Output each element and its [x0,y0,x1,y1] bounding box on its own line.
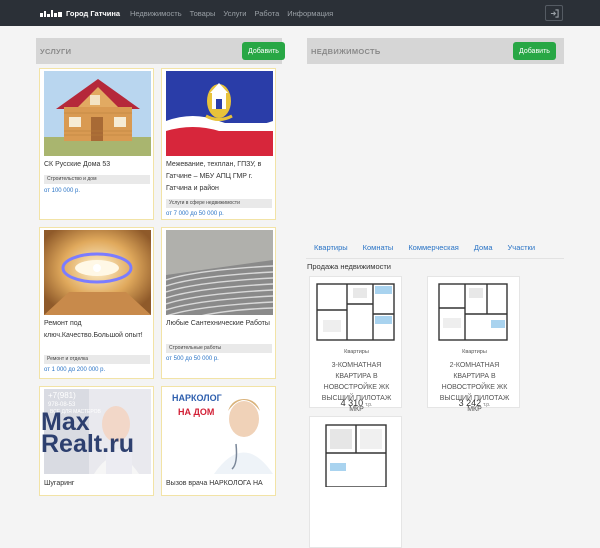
realty-section-title: Продажа недвижимости [307,262,391,271]
service-title[interactable]: Любые Сантехнические Работы [166,318,274,330]
nav-item-jobs[interactable]: Работа [255,9,280,18]
service-price: от 1 000 до 200 000 р. [44,367,106,373]
nav-item-goods[interactable]: Товары [190,9,216,18]
service-overlay-subtitle: НА ДОМ [178,407,214,417]
realty-tabs: Квартиры Комнаты Коммерческая Дома Участ… [314,243,550,252]
service-title[interactable]: Шугаринг [44,478,152,490]
brand-name: Город Гатчина [66,8,121,18]
sign-in-icon [550,8,559,18]
listing-price-value: 4 310 [340,398,364,408]
realty-listing-card[interactable]: Квартиры 2-КОМНАТНАЯ КВАРТИРА В НОВОСТРО… [427,276,521,413]
service-category: Услуги в сфере недвижимости [166,199,272,208]
floor-plan-image[interactable] [313,280,398,344]
service-card[interactable]: Межевание, техплан, ГПЗУ, в Гатчине – МБ… [161,68,276,220]
service-image[interactable] [44,71,151,156]
services-heading: УСЛУГИ [40,46,72,56]
brand-link[interactable]: Город Гатчина [40,0,120,26]
service-card[interactable]: НАРКОЛОГ НА ДОМ Вызов врача НАРКОЛОГА НА [161,386,276,496]
realty-listing-card[interactable] [309,416,402,548]
city-skyline-icon [40,10,62,17]
login-button[interactable] [545,5,563,21]
service-category: Строительные работы [166,344,272,353]
tab-houses[interactable]: Дома [474,243,493,252]
add-realty-button[interactable]: Добавить [513,42,556,60]
service-image[interactable]: НАРКОЛОГ НА ДОМ [166,389,273,474]
service-price: от 500 до 50 000 р. [166,356,219,362]
service-card[interactable]: СК Русские Дома 53 Строительство и дом о… [39,68,154,220]
nav-item-info[interactable]: Информация [287,9,333,18]
service-title[interactable]: СК Русские Дома 53 [44,159,152,171]
add-service-button[interactable]: Добавить [242,42,285,60]
listing-price: 4 310 т.р. [310,398,403,408]
service-title[interactable]: Вызов врача НАРКОЛОГА НА [166,478,274,490]
listing-category: Квартиры [462,349,487,355]
listing-price-unit: т.р. [483,402,491,408]
tab-rooms[interactable]: Комнаты [363,243,394,252]
service-image[interactable] [166,230,273,315]
floor-plan-image[interactable] [431,280,516,344]
service-card[interactable]: Ремонт под ключ.Качество.Большой опыт! Р… [39,227,154,379]
service-category: Строительство и дом [44,175,150,184]
nav-item-services[interactable]: Услуги [223,9,246,18]
service-price: от 7 000 до 50 000 р. [166,211,224,217]
service-image[interactable] [44,230,151,315]
top-navbar: Город Гатчина Недвижимость Товары Услуги… [0,0,600,26]
tab-apartments[interactable]: Квартиры [314,243,348,252]
tabs-divider [306,258,564,259]
realty-listing-card[interactable]: Квартиры 3-КОМНАТНАЯ КВАРТИРА В НОВОСТРО… [309,276,403,413]
realty-heading: НЕДВИЖИМОСТЬ [311,46,381,56]
service-image[interactable] [166,71,273,156]
listing-price-value: 3 242 [458,398,482,408]
service-title[interactable]: Межевание, техплан, ГПЗУ, в Гатчине – МБ… [166,159,274,195]
tab-plots[interactable]: Участки [508,243,536,252]
service-price: от 100 000 р. [44,188,80,194]
service-card[interactable]: Любые Сантехнические Работы Строительные… [161,227,276,379]
floor-plan-image[interactable] [320,423,392,487]
main-nav: Недвижимость Товары Услуги Работа Информ… [130,0,341,26]
watermark-line2: Realt.ru [41,430,135,458]
service-overlay-phone: +7(981) [48,391,76,400]
listing-price-unit: т.р. [365,402,373,408]
services-panel-header: УСЛУГИ Добавить [36,38,285,64]
listing-price: 3 242 т.р. [428,398,521,408]
service-title[interactable]: Ремонт под ключ.Качество.Большой опыт! [44,318,152,342]
realty-panel-header: НЕДВИЖИМОСТЬ Добавить [307,38,564,64]
service-category: Ремонт и отделка [44,355,150,364]
nav-item-realty[interactable]: Недвижимость [130,9,182,18]
service-overlay-title: НАРКОЛОГ [172,393,222,403]
listing-category: Квартиры [344,349,369,355]
tab-commercial[interactable]: Коммерческая [408,243,459,252]
